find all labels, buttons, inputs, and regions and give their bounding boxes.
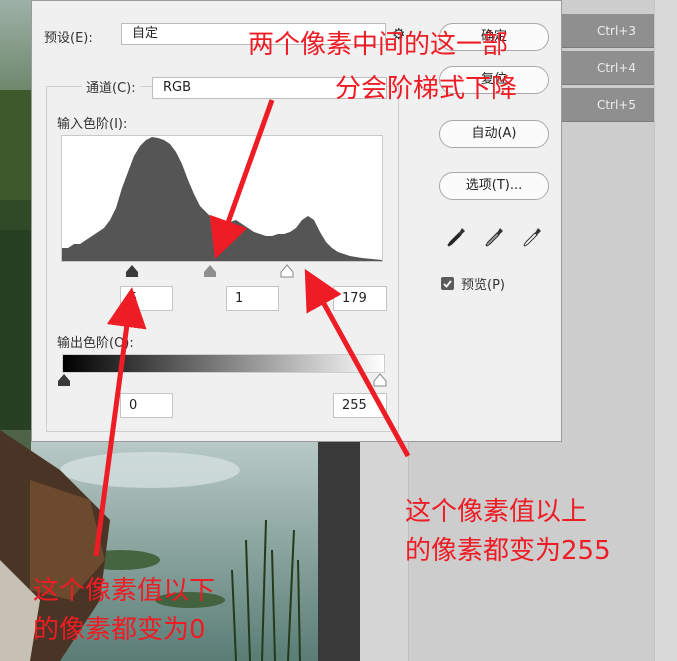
histogram-shape: [62, 137, 382, 261]
input-black-field[interactable]: 5: [120, 286, 173, 311]
output-white-slider[interactable]: [373, 373, 387, 387]
channel-row-shortcut[interactable]: Ctrl+5: [559, 88, 654, 122]
channel-row-shortcut[interactable]: Ctrl+4: [559, 51, 654, 85]
auto-button[interactable]: 自动(A): [439, 120, 549, 148]
annotation-left-line2: 的像素都变为0: [33, 615, 206, 645]
histogram: [61, 135, 383, 262]
input-levels-label: 输入色阶(I):: [57, 117, 128, 132]
input-black-slider[interactable]: [125, 264, 139, 278]
output-gradient: [62, 354, 385, 373]
annotation-left-line1: 这个像素值以下: [33, 576, 216, 606]
side-panel-scrollbar[interactable]: [654, 0, 677, 661]
annotation-middle-line1: 两个像素中间的这一部: [248, 30, 509, 60]
white-eyedropper-icon[interactable]: [521, 226, 543, 250]
input-gray-field[interactable]: 1: [226, 286, 279, 311]
annotation-right-line2: 的像素都变为255: [405, 536, 611, 566]
annotation-middle-line2: 分会阶梯式下降: [335, 74, 518, 104]
output-black-field[interactable]: 0: [120, 393, 173, 418]
gray-eyedropper-icon[interactable]: [483, 226, 505, 250]
black-eyedropper-icon[interactable]: [445, 226, 467, 250]
input-white-slider[interactable]: [280, 264, 294, 278]
output-black-slider[interactable]: [57, 373, 71, 387]
checkmark-icon: [443, 280, 452, 288]
input-gray-slider[interactable]: [203, 264, 217, 278]
preview-label: 预览(P): [461, 278, 505, 293]
preview-checkbox[interactable]: [441, 277, 454, 290]
channel-row-shortcut[interactable]: Ctrl+3: [559, 14, 654, 48]
options-button[interactable]: 选项(T)...: [439, 172, 549, 200]
preset-label: 预设(E):: [44, 31, 93, 46]
levels-dialog: 预设(E): 自定 ⚙ 通道(C): RGB 输入色阶(I): 5 1 179 …: [31, 0, 562, 442]
output-levels-label: 输出色阶(O):: [57, 336, 134, 351]
input-white-field[interactable]: 179: [333, 286, 387, 311]
annotation-right-line1: 这个像素值以上: [405, 497, 588, 527]
output-white-field[interactable]: 255: [333, 393, 387, 418]
channel-label: 通道(C):: [82, 77, 140, 96]
